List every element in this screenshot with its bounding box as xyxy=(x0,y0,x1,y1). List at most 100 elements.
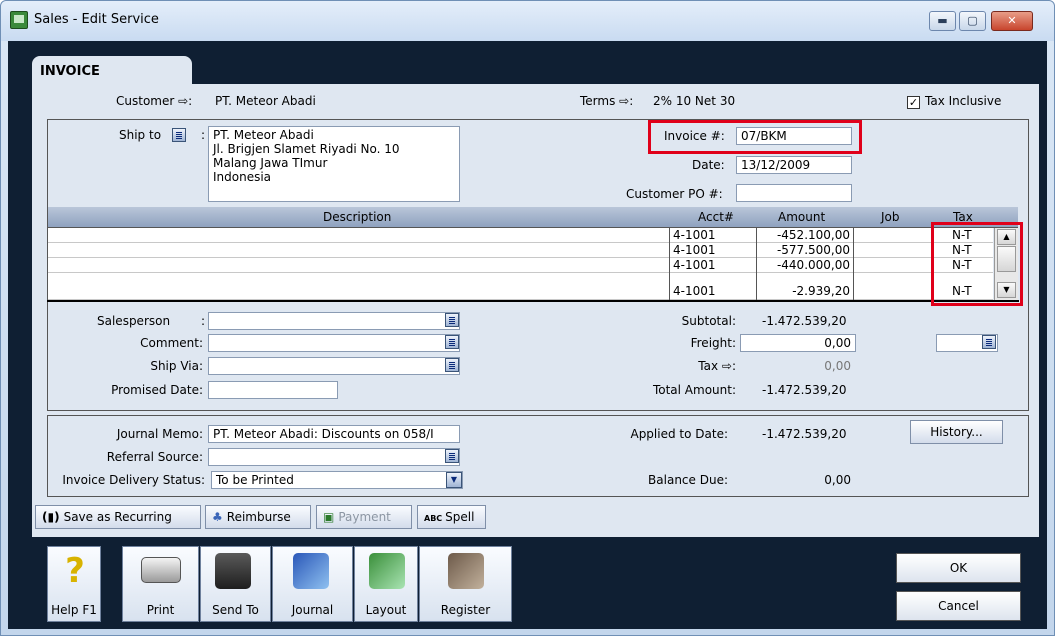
cancel-button[interactable]: Cancel xyxy=(896,591,1021,621)
ship-to-dropdown[interactable] xyxy=(172,128,186,142)
balance-due-value: 0,00 xyxy=(824,473,851,487)
layout-cards-icon xyxy=(369,553,405,589)
ship-to-colon: : xyxy=(201,128,206,142)
register-button[interactable]: Register xyxy=(419,546,512,622)
reimburse-label: Reimburse xyxy=(226,510,291,524)
table-row[interactable]: 4-1001 -452.100,00 N-T xyxy=(48,228,993,243)
title-bar: Sales - Edit Service ▬ ▢ ✕ xyxy=(1,1,1054,41)
table-bottom-border xyxy=(47,300,1019,302)
ok-button[interactable]: OK xyxy=(896,553,1021,583)
close-button[interactable]: ✕ xyxy=(991,11,1033,31)
delivery-status-select[interactable]: To be Printed xyxy=(211,471,463,489)
app-icon xyxy=(10,11,28,29)
total-amount-value: -1.472.539,20 xyxy=(762,383,847,397)
ship-line: PT. Meteor Abadi xyxy=(213,128,314,142)
terms-value: 2% 10 Net 30 xyxy=(653,94,736,108)
salesperson-list-icon[interactable] xyxy=(445,313,459,327)
cell-acct: 4-1001 xyxy=(673,284,716,298)
ship-to-address[interactable]: PT. Meteor Abadi Jl. Brigjen Slamet Riya… xyxy=(208,126,460,202)
table-row[interactable]: 4-1001 -2.939,20 N-T xyxy=(48,273,993,300)
help-button[interactable]: ? Help F1 xyxy=(47,546,101,622)
referral-source-field[interactable] xyxy=(208,448,460,466)
customer-po-label: Customer PO #: xyxy=(626,187,723,201)
window-title: Sales - Edit Service xyxy=(34,12,159,27)
payment-icon: ▣ xyxy=(323,510,335,524)
save-as-recurring-button[interactable]: (▮) Save as Recurring xyxy=(35,505,201,529)
table-row[interactable]: 4-1001 -577.500,00 N-T xyxy=(48,243,993,258)
reimburse-icon: ♣ xyxy=(212,510,223,524)
register-drawer-icon xyxy=(448,553,484,589)
payment-label: Payment xyxy=(338,510,391,524)
total-amount-label: Total Amount: xyxy=(652,383,736,397)
ship-via-label: Ship Via: xyxy=(150,359,203,373)
journal-memo-label: Journal Memo: xyxy=(116,427,203,441)
save-as-recurring-label: Save as Recurring xyxy=(63,510,172,524)
referral-list-icon[interactable] xyxy=(445,449,459,463)
tax-value: 0,00 xyxy=(824,359,851,373)
customer-po-field[interactable] xyxy=(736,184,852,202)
recurring-icon: (▮) xyxy=(42,510,60,524)
balance-due-label: Balance Due: xyxy=(648,473,728,487)
tax-inclusive-label: Tax Inclusive xyxy=(925,94,1002,108)
freight-field[interactable]: 0,00 xyxy=(740,334,856,352)
layout-button[interactable]: Layout xyxy=(354,546,418,622)
cell-amount: -577.500,00 xyxy=(776,243,850,257)
printer-icon xyxy=(141,557,181,583)
applied-to-date-label: Applied to Date: xyxy=(630,427,728,441)
col-divider xyxy=(756,228,757,300)
spell-button[interactable]: ABC Spell xyxy=(417,505,486,529)
freight-label: Freight: xyxy=(690,336,736,350)
chevron-down-icon[interactable]: ▼ xyxy=(446,472,462,488)
ship-line: Jl. Brigjen Slamet Riyadi No. 10 xyxy=(213,142,400,156)
ship-to-label: Ship to xyxy=(119,128,162,142)
promised-date-field[interactable] xyxy=(208,381,338,399)
journal-memo-field[interactable]: PT. Meteor Abadi: Discounts on 058/I xyxy=(208,425,460,443)
spell-label: Spell xyxy=(445,510,475,524)
send-to-button[interactable]: Send To xyxy=(200,546,271,622)
spell-check-icon: ABC xyxy=(424,514,443,523)
table-header: Description Acct# Amount Job Tax xyxy=(48,207,1018,228)
cell-amount: -2.939,20 xyxy=(792,284,850,298)
layout-label: Layout xyxy=(365,603,407,617)
comment-field[interactable] xyxy=(208,334,460,352)
referral-source-label: Referral Source: xyxy=(106,450,203,464)
cell-acct: 4-1001 xyxy=(673,243,716,257)
subtotal-value: -1.472.539,20 xyxy=(762,314,847,328)
cell-acct: 4-1001 xyxy=(673,258,716,272)
minimize-button[interactable]: ▬ xyxy=(929,11,956,31)
cell-acct: 4-1001 xyxy=(673,228,716,242)
salesperson-colon: : xyxy=(201,314,206,328)
terms-label[interactable]: Terms ⇨: xyxy=(580,94,633,108)
freight-tax-list-icon[interactable] xyxy=(982,335,996,349)
comment-label: Comment: xyxy=(140,336,203,350)
salesperson-label: Salesperson xyxy=(97,314,171,328)
customer-label[interactable]: Customer ⇨: xyxy=(116,94,192,108)
register-label: Register xyxy=(440,603,491,617)
comment-list-icon[interactable] xyxy=(445,335,459,349)
salesperson-field[interactable] xyxy=(208,312,460,330)
help-question-icon: ? xyxy=(65,551,85,591)
history-button[interactable]: History... xyxy=(910,420,1003,444)
invoice-highlight xyxy=(648,120,862,154)
payment-button[interactable]: ▣ Payment xyxy=(316,505,412,529)
reimburse-button[interactable]: ♣ Reimburse xyxy=(205,505,311,529)
tax-inclusive-checkbox[interactable]: ✓ xyxy=(907,96,920,109)
send-to-label: Send To xyxy=(212,603,259,617)
print-button[interactable]: Print xyxy=(122,546,199,622)
ship-via-list-icon[interactable] xyxy=(445,358,459,372)
cell-amount: -440.000,00 xyxy=(776,258,850,272)
date-label: Date: xyxy=(692,158,725,172)
col-amount: Amount xyxy=(778,210,826,224)
delivery-status-label: Invoice Delivery Status: xyxy=(62,473,205,487)
ship-via-field[interactable] xyxy=(208,357,460,375)
col-acct: Acct# xyxy=(698,210,734,224)
table-row[interactable]: 4-1001 -440.000,00 N-T xyxy=(48,258,993,273)
journal-button[interactable]: Journal xyxy=(272,546,353,622)
date-field[interactable]: 13/12/2009 xyxy=(736,156,852,174)
col-divider xyxy=(853,228,854,300)
maximize-button[interactable]: ▢ xyxy=(959,11,986,31)
ship-line: Indonesia xyxy=(213,170,272,184)
applied-to-date-value: -1.472.539,20 xyxy=(762,427,847,441)
tab-invoice[interactable]: INVOICE xyxy=(32,56,192,86)
tax-label[interactable]: Tax ⇨: xyxy=(600,359,736,373)
